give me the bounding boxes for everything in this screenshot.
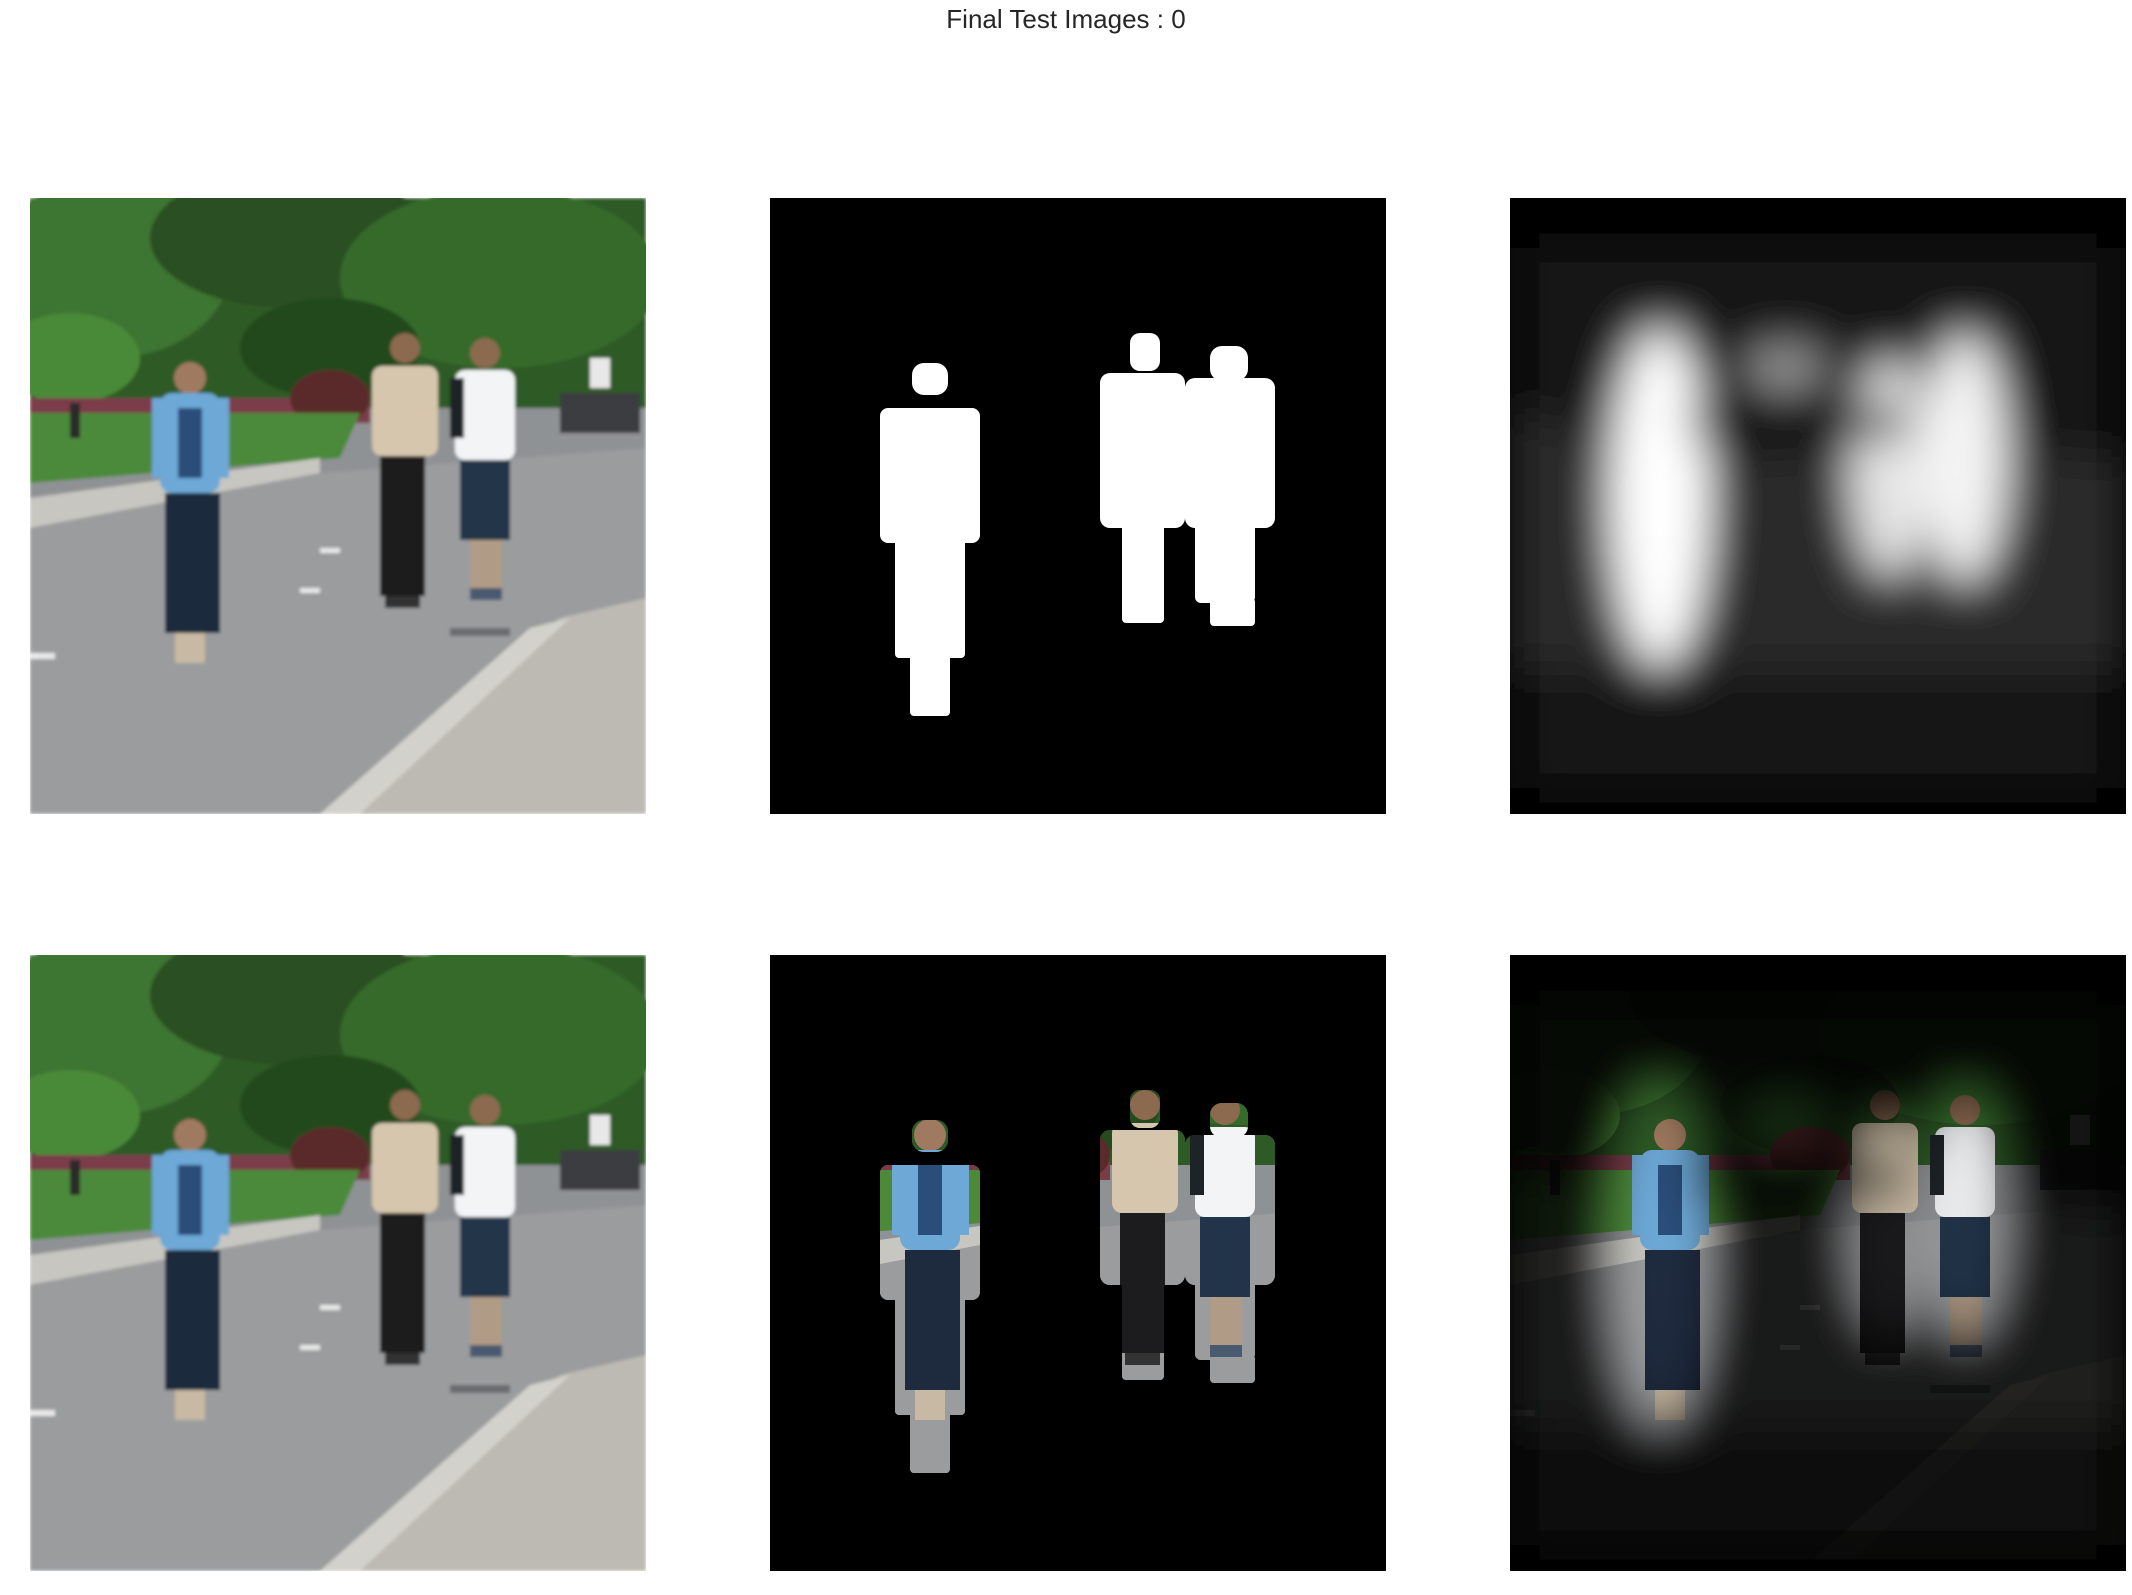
masked-prediction	[1510, 955, 2126, 1571]
predicted-mask	[1510, 198, 2126, 814]
input-image-copy	[30, 955, 646, 1571]
input-image-panel	[30, 198, 646, 814]
ground-truth-mask-panel	[770, 198, 1386, 814]
input-image	[30, 198, 646, 814]
masked-ground-truth-panel	[770, 955, 1386, 1571]
masked-prediction-panel	[1510, 955, 2126, 1571]
predicted-mask-panel	[1510, 198, 2126, 814]
ground-truth-mask	[770, 198, 1386, 814]
masked-ground-truth	[770, 955, 1386, 1571]
input-image-copy-panel	[30, 955, 646, 1571]
figure-title: Final Test Images : 0	[946, 4, 1186, 34]
